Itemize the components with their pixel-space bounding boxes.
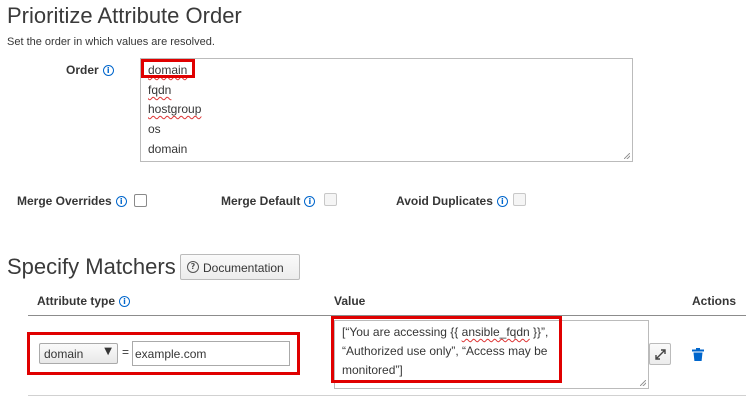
column-value: Value xyxy=(334,294,366,308)
resize-handle[interactable] xyxy=(624,153,630,159)
expand-icon xyxy=(655,349,666,360)
value-text: [“You are accessing {{ ansible_fqdn }}”,… xyxy=(342,323,548,380)
merge-overrides-checkbox[interactable] xyxy=(134,194,147,207)
avoid-duplicates-label: Avoid Duplicates xyxy=(396,194,493,208)
info-icon[interactable]: i xyxy=(119,296,130,308)
equals-sign: = xyxy=(122,345,130,359)
merge-default-checkbox[interactable] xyxy=(324,193,337,206)
column-actions: Actions xyxy=(692,294,737,308)
value-line: “Authorized use only”, “Access may be xyxy=(342,344,548,358)
info-icon[interactable]: i xyxy=(102,65,114,77)
value-line: }}”, xyxy=(529,325,549,339)
caret-down-icon: ▼ xyxy=(104,346,112,357)
match-value-text: example.com xyxy=(135,347,207,361)
highlight-box xyxy=(141,59,195,78)
attribute-type-value: domain xyxy=(44,347,84,361)
column-attribute-type: Attribute type i xyxy=(37,294,130,308)
resize-handle[interactable] xyxy=(640,380,646,386)
match-value-input[interactable]: example.com xyxy=(132,341,290,366)
order-item: fqdn xyxy=(148,83,172,97)
matchers-title: Specify Matchers xyxy=(7,254,176,279)
merge-default-label: Merge Default xyxy=(221,194,301,208)
attribute-type-select[interactable]: domain ▼ xyxy=(39,343,118,364)
order-textarea[interactable]: domain fqdn hostgroup os domain xyxy=(140,58,633,162)
avoid-duplicates-checkbox[interactable] xyxy=(513,193,526,206)
order-item: hostgroup xyxy=(148,102,202,116)
question-circle-icon: ? xyxy=(187,261,199,273)
value-line: monitored”] xyxy=(342,363,403,377)
prioritize-title: Prioritize Attribute Order xyxy=(7,3,242,28)
documentation-button[interactable]: ? Documentation xyxy=(180,254,300,280)
merge-default-group: Merge Default i xyxy=(221,194,316,208)
column-attribute-type-label: Attribute type xyxy=(37,294,115,308)
order-label-group: Order i xyxy=(66,63,114,77)
prioritize-description: Set the order in which values are resolv… xyxy=(7,36,215,48)
merge-overrides-group: Merge Overrides i xyxy=(17,194,127,208)
avoid-duplicates-group: Avoid Duplicates i xyxy=(396,194,508,208)
merge-overrides-label: Merge Overrides xyxy=(17,194,112,208)
info-icon[interactable]: i xyxy=(115,196,127,208)
value-line: [“You are accessing {{ xyxy=(342,325,462,339)
documentation-label: Documentation xyxy=(203,261,284,275)
order-item: os xyxy=(148,122,161,136)
expand-button[interactable] xyxy=(649,343,671,365)
info-icon[interactable]: i xyxy=(304,196,316,208)
order-label: Order xyxy=(66,63,99,77)
trash-icon[interactable] xyxy=(692,348,704,361)
order-item: domain xyxy=(148,142,188,156)
info-icon[interactable]: i xyxy=(496,196,508,208)
value-word: ansible_fqdn xyxy=(461,325,530,339)
